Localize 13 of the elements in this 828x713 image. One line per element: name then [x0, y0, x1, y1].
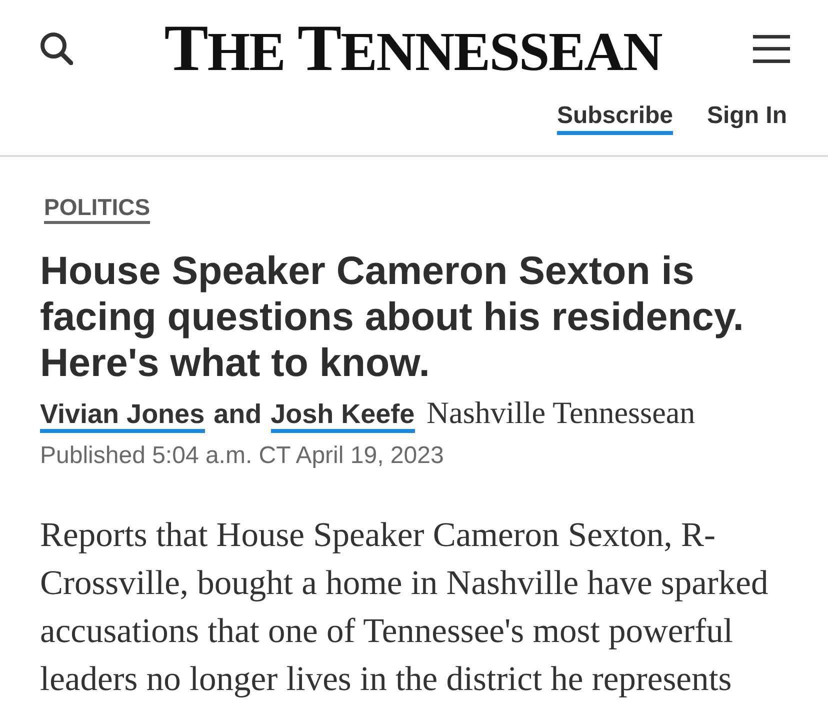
article-headline: House Speaker Cameron Sexton is facing questions about his residency. Here's what to know. — [40, 248, 745, 386]
byline-conjunction: and — [214, 399, 262, 429]
publish-date: Published 5:04 a.m. CT April 19, 2023 — [40, 441, 445, 471]
header-link[interactable]: Subscribe — [556, 101, 673, 135]
author-link[interactable]: Vivian Jones — [40, 399, 205, 433]
byline-source: Nashville Tennessean — [426, 398, 696, 428]
site-logo[interactable]: THE TENNESSEAN — [164, 16, 662, 82]
author-link[interactable]: Josh Keefe — [270, 399, 415, 433]
menu-icon[interactable] — [752, 34, 790, 62]
header-link[interactable]: Sign In — [707, 101, 787, 135]
article-paragraph: Reports that House Speaker Cameron Sexton, R-Crossville, bought a home in Nashville have sparked accusations that one of Tennessee's most powerful leaders no longer lives in the district he represents — [40, 515, 770, 700]
search-icon[interactable] — [40, 32, 73, 65]
section-link[interactable]: POLITICS — [44, 193, 150, 224]
